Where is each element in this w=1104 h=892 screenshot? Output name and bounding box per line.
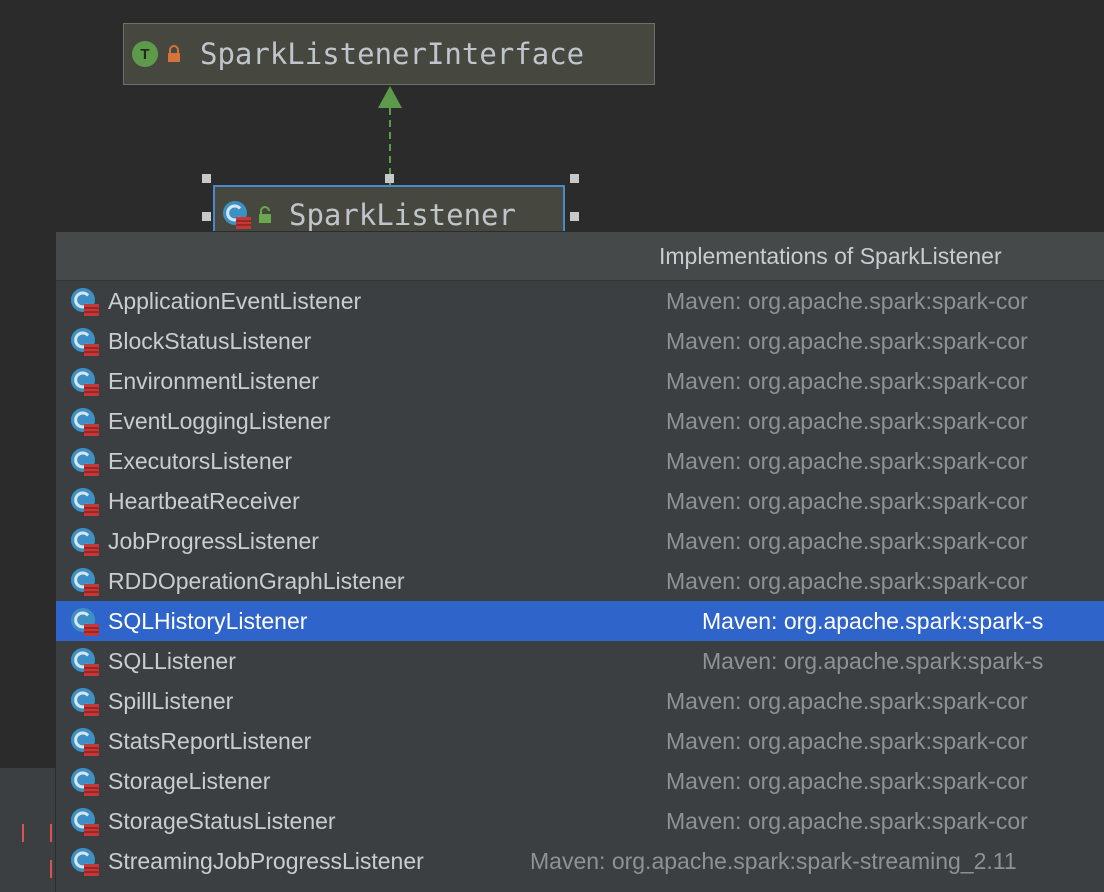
implementation-name: SQLListener — [108, 648, 236, 674]
implementation-name: RDDOperationGraphListener — [108, 568, 405, 594]
implementation-source: Maven: org.apache.spark:spark-cor — [666, 768, 1028, 794]
class-icon — [71, 728, 99, 756]
implementation-source: Maven: org.apache.spark:spark-s — [702, 608, 1044, 634]
implementation-item[interactable]: JobProgressListener Maven: org.apache.spa… — [56, 521, 1104, 561]
interface-node[interactable]: T SparkListenerInterface — [123, 23, 655, 85]
interface-node-label: SparkListenerInterface — [200, 37, 585, 71]
resize-handle-right[interactable] — [570, 212, 579, 221]
resize-handle-top[interactable] — [385, 174, 394, 183]
implementation-name: StorageListener — [108, 768, 271, 794]
class-icon — [71, 808, 99, 836]
implementation-source: Maven: org.apache.spark:spark-cor — [666, 488, 1028, 514]
popup-header: Implementations of SparkListener — [56, 232, 1104, 281]
implementation-source: Maven: org.apache.spark:spark-cor — [666, 728, 1028, 754]
implementation-source: Maven: org.apache.spark:spark-s — [702, 648, 1044, 674]
implementation-source: Maven: org.apache.spark:spark-cor — [666, 808, 1028, 834]
class-node-label: SparkListener — [289, 198, 516, 232]
diagram-canvas[interactable]: T SparkListenerInterface SparkListener I… — [0, 0, 1104, 892]
implementation-source: Maven: org.apache.spark:spark-cor — [666, 328, 1028, 354]
class-icon — [71, 528, 99, 556]
implementation-item[interactable]: HeartbeatReceiver Maven: org.apache.spark… — [56, 481, 1104, 521]
class-icon — [71, 488, 99, 516]
implementation-source: Maven: org.apache.spark:spark-cor — [666, 528, 1028, 554]
class-icon — [71, 568, 99, 596]
implementation-item[interactable]: StorageStatusListener Maven: org.apache.s… — [56, 801, 1104, 841]
implementation-name: StatsReportListener — [108, 728, 312, 754]
implementation-name: EnvironmentListener — [108, 368, 319, 394]
implementation-name: HeartbeatReceiver — [108, 488, 300, 514]
implementation-name: JobProgressListener — [108, 528, 319, 554]
resize-handle-top-right[interactable] — [570, 174, 579, 183]
implementation-name: EventLoggingListener — [108, 408, 331, 434]
resize-handle-top-left[interactable] — [202, 174, 211, 183]
implementation-item[interactable]: EventLoggingListener Maven: org.apache.sp… — [56, 401, 1104, 441]
implementation-name: BlockStatusListener — [108, 328, 312, 354]
class-icon — [71, 368, 99, 396]
implementation-item[interactable]: SpillListener Maven: org.apache.spark:spa… — [56, 681, 1104, 721]
implementation-source: Maven: org.apache.spark:spark-cor — [666, 568, 1028, 594]
gutter-marker — [22, 824, 24, 842]
implementations-popup[interactable]: Implementations of SparkListener Applica… — [55, 231, 1104, 892]
gutter-marker — [50, 824, 52, 842]
implementation-item[interactable]: BlockStatusListener Maven: org.apache.spa… — [56, 321, 1104, 361]
implementation-item[interactable]: ApplicationEventListener Maven: org.apach… — [56, 281, 1104, 321]
implementation-item[interactable]: RDDOperationGraphListener Maven: org.apac… — [56, 561, 1104, 601]
trait-icon: T — [132, 41, 158, 67]
implementation-item[interactable]: SQLHistoryListener Maven: org.apache.spar… — [56, 601, 1104, 641]
gutter-marker — [50, 860, 52, 878]
implementation-item[interactable]: ExecutorsListener Maven: org.apache.spark… — [56, 441, 1104, 481]
class-icon — [71, 408, 99, 436]
class-icon — [71, 608, 99, 636]
class-icon — [71, 448, 99, 476]
implementation-source: Maven: org.apache.spark:spark-cor — [666, 368, 1028, 394]
unlock-icon — [259, 206, 271, 223]
implementation-item[interactable]: EnvironmentListener Maven: org.apache.spa… — [56, 361, 1104, 401]
implementation-name: ApplicationEventListener — [108, 288, 362, 314]
implementation-source: Maven: org.apache.spark:spark-streaming_… — [530, 848, 1017, 874]
implementation-name: SpillListener — [108, 688, 234, 714]
implementation-source: Maven: org.apache.spark:spark-cor — [666, 688, 1028, 714]
class-icon — [71, 328, 99, 356]
editor-strip — [0, 768, 56, 892]
lock-icon — [168, 45, 180, 62]
implementation-name: StreamingJobProgressListener — [108, 848, 424, 874]
implementation-source: Maven: org.apache.spark:spark-cor — [666, 448, 1028, 474]
implementation-source: Maven: org.apache.spark:spark-cor — [666, 408, 1028, 434]
inheritance-arrow — [378, 86, 402, 186]
implementation-item[interactable]: StorageListener Maven: org.apache.spark:s… — [56, 761, 1104, 801]
class-icon — [71, 768, 99, 796]
implementation-name: StorageStatusListener — [108, 808, 336, 834]
resize-handle-left[interactable] — [202, 212, 211, 221]
implementations-list[interactable]: ApplicationEventListener Maven: org.apach… — [56, 281, 1104, 881]
implementation-source: Maven: org.apache.spark:spark-cor — [666, 288, 1028, 314]
implementation-name: SQLHistoryListener — [108, 608, 308, 634]
class-icon — [71, 688, 99, 716]
implementation-name: ExecutorsListener — [108, 448, 293, 474]
implementation-item[interactable]: StatsReportListener Maven: org.apache.spa… — [56, 721, 1104, 761]
class-icon — [71, 288, 99, 316]
popup-title: Implementations of SparkListener — [659, 243, 1002, 269]
abstract-class-icon — [223, 201, 251, 229]
class-icon — [71, 848, 99, 876]
implementation-item[interactable]: SQLListener Maven: org.apache.spark:spark… — [56, 641, 1104, 681]
implementation-item[interactable]: StreamingJobProgressListener Maven: org.a… — [56, 841, 1104, 881]
class-icon — [71, 648, 99, 676]
